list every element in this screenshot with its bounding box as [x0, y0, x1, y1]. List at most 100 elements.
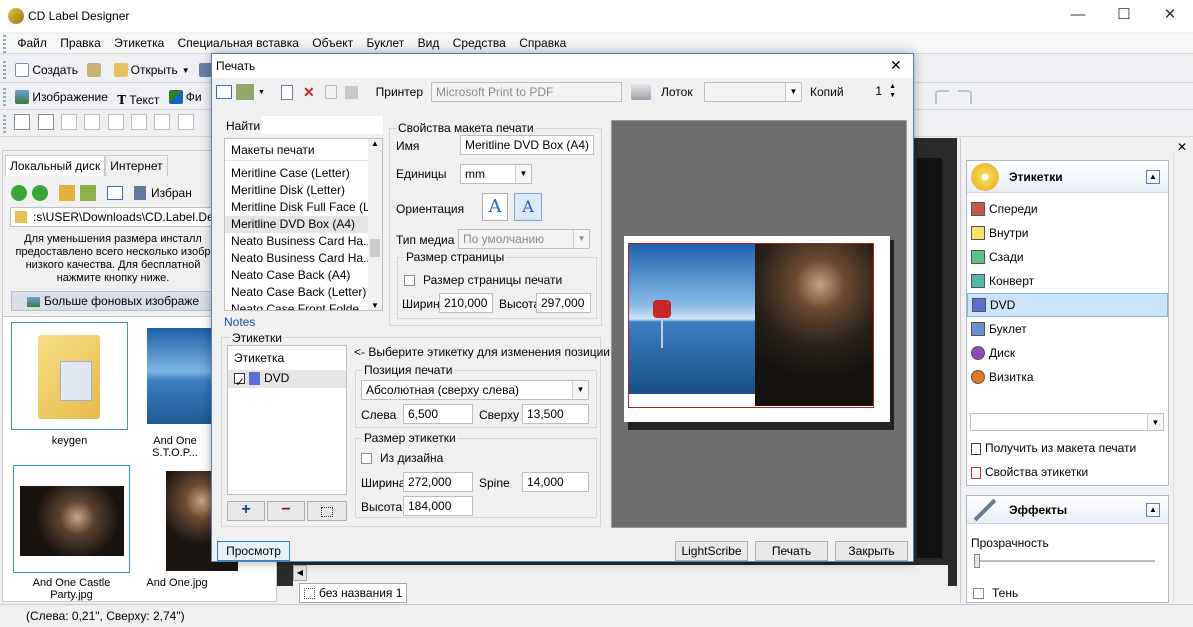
label-dvd[interactable]: DVD: [967, 293, 1168, 317]
tab-internet[interactable]: Интернет: [105, 155, 168, 176]
favorites-icon[interactable]: [134, 186, 146, 200]
tab-local-disk[interactable]: Локальный диск: [5, 155, 106, 176]
name-input[interactable]: Meritline DVD Box (A4): [460, 135, 594, 155]
landscape-button[interactable]: A: [514, 193, 542, 221]
list-item[interactable]: Meritline Case (Letter): [225, 165, 382, 182]
insert-shape-button[interactable]: Фи: [166, 86, 205, 108]
label-card[interactable]: Визитка: [967, 365, 1168, 389]
menu-label[interactable]: Этикетка: [109, 34, 169, 52]
home-icon[interactable]: [59, 185, 75, 201]
maximize-button[interactable]: ☐: [1101, 0, 1147, 32]
list-item[interactable]: Meritline Disk (Letter): [225, 182, 382, 199]
lightscribe-button[interactable]: LightScribe: [675, 541, 748, 561]
list-item[interactable]: Neato Business Card Ha...: [225, 233, 382, 250]
new-layout-icon[interactable]: [280, 84, 293, 100]
menu-help[interactable]: Справка: [514, 34, 571, 52]
label-width-input[interactable]: 272,000: [403, 472, 473, 492]
page-size-checkbox[interactable]: [404, 275, 415, 287]
align-right-icon[interactable]: [154, 114, 171, 130]
view-icon[interactable]: [107, 186, 123, 200]
align-left-icon[interactable]: [131, 114, 148, 130]
page-height-input[interactable]: 297,000: [536, 293, 591, 313]
from-design-row[interactable]: Из дизайна: [361, 451, 443, 465]
insert-image-button[interactable]: Изображение: [12, 86, 111, 108]
wizard-button[interactable]: [84, 59, 107, 81]
align-center-v-icon[interactable]: [37, 114, 54, 130]
undo-icon[interactable]: [935, 90, 949, 104]
up-folder-icon[interactable]: [80, 185, 96, 201]
save-layout-icon[interactable]: [344, 85, 358, 99]
thumb-castle-party[interactable]: [13, 465, 130, 573]
top-input[interactable]: 13,500: [522, 404, 589, 424]
minimize-button[interactable]: —: [1055, 0, 1101, 32]
chevron-down-icon[interactable]: ▼: [258, 89, 265, 96]
portrait-button[interactable]: A: [482, 193, 508, 221]
dialog-close-button[interactable]: ✕: [890, 57, 902, 74]
back-icon[interactable]: [11, 185, 27, 201]
create-button[interactable]: Создать: [12, 59, 81, 81]
more-backgrounds-button[interactable]: Больше фоновых изображе: [11, 291, 215, 311]
dvd-checkbox[interactable]: ✓: [234, 373, 245, 388]
units-select[interactable]: mm ▼: [460, 164, 532, 184]
path-bar[interactable]: :s\USER\Downloads\CD.Label.Designer: [10, 207, 214, 227]
print-button[interactable]: Печать: [755, 541, 828, 561]
tray-select[interactable]: ▼: [704, 82, 802, 102]
list-item[interactable]: Meritline Disk Full Face (L...: [225, 199, 382, 216]
users-icon[interactable]: [236, 84, 254, 100]
find-input[interactable]: [260, 115, 384, 135]
align-bottom-icon[interactable]: [107, 114, 124, 130]
label-front[interactable]: Спереди: [967, 197, 1168, 221]
canvas-tab[interactable]: без названия 1: [299, 583, 408, 603]
collapse-icon[interactable]: ▲: [1146, 169, 1160, 184]
menu-edit[interactable]: Правка: [55, 34, 106, 52]
label-disk[interactable]: Диск: [967, 341, 1168, 365]
menu-booklet[interactable]: Буклет: [361, 34, 409, 52]
close-button[interactable]: Закрыть: [835, 541, 908, 561]
from-design-checkbox[interactable]: [361, 453, 372, 465]
close-window-button[interactable]: ✕: [1147, 0, 1193, 32]
layouts-scrollbar[interactable]: ▲ ▼: [368, 139, 382, 310]
list-item[interactable]: Neato Case Back (A4): [225, 267, 382, 284]
layouts-list[interactable]: Макеты печати Meritline Case (Letter) Me…: [224, 138, 383, 311]
label-properties-link[interactable]: Свойства этикетки: [971, 465, 1088, 479]
shadow-row[interactable]: Тень: [973, 586, 1018, 600]
open-button[interactable]: Открыть ▼: [111, 59, 193, 81]
right-scrollbar[interactable]: [1173, 152, 1191, 602]
redo-icon[interactable]: [958, 90, 972, 104]
stepper-arrows-icon[interactable]: ▲ ▼: [889, 82, 896, 100]
shadow-checkbox[interactable]: [973, 588, 984, 600]
menu-view[interactable]: Вид: [413, 34, 445, 52]
label-back[interactable]: Сзади: [967, 245, 1168, 269]
preview-button[interactable]: Просмотр: [217, 541, 290, 561]
insert-text-button[interactable]: T Текст: [114, 89, 162, 111]
delete-icon[interactable]: ✕: [303, 84, 315, 101]
list-item[interactable]: ✓ DVD: [228, 370, 346, 388]
list-item[interactable]: Meritline DVD Box (A4): [225, 216, 382, 233]
slider-thumb[interactable]: [974, 554, 980, 568]
copies-stepper[interactable]: 1 ▲ ▼: [856, 82, 896, 102]
left-input[interactable]: 6,500: [403, 404, 473, 424]
page-width-input[interactable]: 210,000: [439, 293, 493, 313]
menu-tools[interactable]: Средства: [448, 34, 511, 52]
label-envelope[interactable]: Конверт: [967, 269, 1168, 293]
menu-file[interactable]: Файл: [12, 34, 52, 52]
get-from-layout-link[interactable]: Получить из макета печати: [971, 441, 1136, 455]
list-item[interactable]: Neato Case Back (Letter): [225, 284, 382, 301]
thumb-keygen[interactable]: [11, 322, 128, 430]
favorites-button[interactable]: Избран: [151, 186, 192, 200]
list-item[interactable]: Neato Case Front Folde...: [225, 301, 382, 310]
collapse-icon[interactable]: ▲: [1146, 502, 1160, 517]
media-select[interactable]: По умолчанию ▼: [458, 229, 590, 249]
list-item[interactable]: Neato Business Card Ha...: [225, 250, 382, 267]
print-position-select[interactable]: Абсолютная (сверху слева) ▼: [361, 380, 589, 400]
label-inside[interactable]: Внутри: [967, 221, 1168, 245]
printer-field[interactable]: Microsoft Print to PDF: [431, 82, 622, 102]
scroll-up-icon[interactable]: ▲: [368, 139, 382, 148]
distribute-icon[interactable]: [177, 114, 194, 130]
page-size-row[interactable]: Размер страницы печати: [404, 273, 562, 287]
scroll-left-icon[interactable]: ◀: [293, 565, 307, 581]
scroll-down-icon[interactable]: ▼: [368, 301, 382, 310]
add-label-button[interactable]: +: [227, 501, 265, 521]
labels-list[interactable]: Этикетка ✓ DVD: [227, 345, 347, 495]
grid-layout-button[interactable]: [307, 501, 347, 521]
